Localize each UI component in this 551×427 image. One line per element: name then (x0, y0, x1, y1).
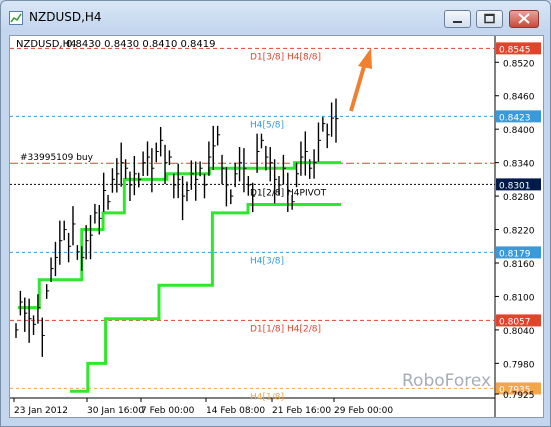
time-tick-label: 30 Jan 16:00 (87, 406, 144, 416)
price-tick-label: 0.8340 (503, 160, 535, 170)
close-button[interactable] (509, 10, 539, 28)
level-label: H4[5/8] (250, 120, 284, 130)
level-label: H4[1/8] (250, 392, 284, 402)
price-tick-label: 0.8040 (503, 327, 535, 337)
time-tick-label: 23 Jan 2012 (14, 406, 68, 416)
time-tick-label: 7 Feb 00:00 (141, 406, 195, 416)
price-tick-label: 0.8400 (503, 126, 535, 136)
maximize-button[interactable] (476, 10, 503, 28)
price-tag-label: 0.8423 (499, 113, 531, 123)
window-title: NZDUSD,H4 (29, 10, 102, 24)
time-tick-label: 14 Feb 08:00 (206, 406, 265, 416)
price-chart[interactable]: NZDUSD,H4 0.8430 0.8430 0.8410 0.8419 D1… (9, 35, 544, 418)
price-tick-label: 0.8100 (503, 293, 535, 303)
order-label: #33995109 buy (20, 153, 94, 163)
chart-app-icon (9, 11, 23, 25)
price-tick-label: 0.8220 (503, 227, 535, 237)
price-tick-label: 0.8280 (503, 193, 535, 203)
chart-window: NZDUSD,H4 NZDUSD,H4 0.8430 0.8430 0.8410… (0, 0, 551, 427)
level-label: D1[1/8] H4[2/8] (250, 324, 321, 334)
price-tick-label: 0.8160 (503, 260, 535, 270)
price-tick-label: 0.8520 (503, 59, 535, 69)
level-label: H4[3/8] (250, 256, 284, 266)
price-tick-label: 0.8460 (503, 93, 535, 103)
time-tick-label: 29 Feb 00:00 (334, 406, 393, 416)
chart-canvas[interactable]: NZDUSD,H4 0.8430 0.8430 0.8410 0.8419 D1… (10, 36, 543, 417)
level-label: D1[3/8] H4[8/8] (250, 52, 321, 62)
time-tick-label: 21 Feb 16:00 (272, 406, 331, 416)
price-tag-label: 0.8179 (499, 249, 531, 259)
price-tag-label: 0.8545 (499, 45, 531, 55)
maximize-icon (484, 13, 495, 24)
close-icon (518, 13, 530, 24)
price-tag-label: 0.8301 (499, 181, 531, 191)
price-tick-label: 0.7925 (503, 391, 535, 401)
plot-area (10, 36, 495, 417)
title-bar[interactable]: NZDUSD,H4 (1, 1, 550, 35)
minimize-icon (453, 21, 462, 23)
minimize-button[interactable] (444, 10, 471, 28)
watermark: RoboForex (402, 371, 491, 391)
price-tick-label: 0.7980 (503, 360, 535, 370)
